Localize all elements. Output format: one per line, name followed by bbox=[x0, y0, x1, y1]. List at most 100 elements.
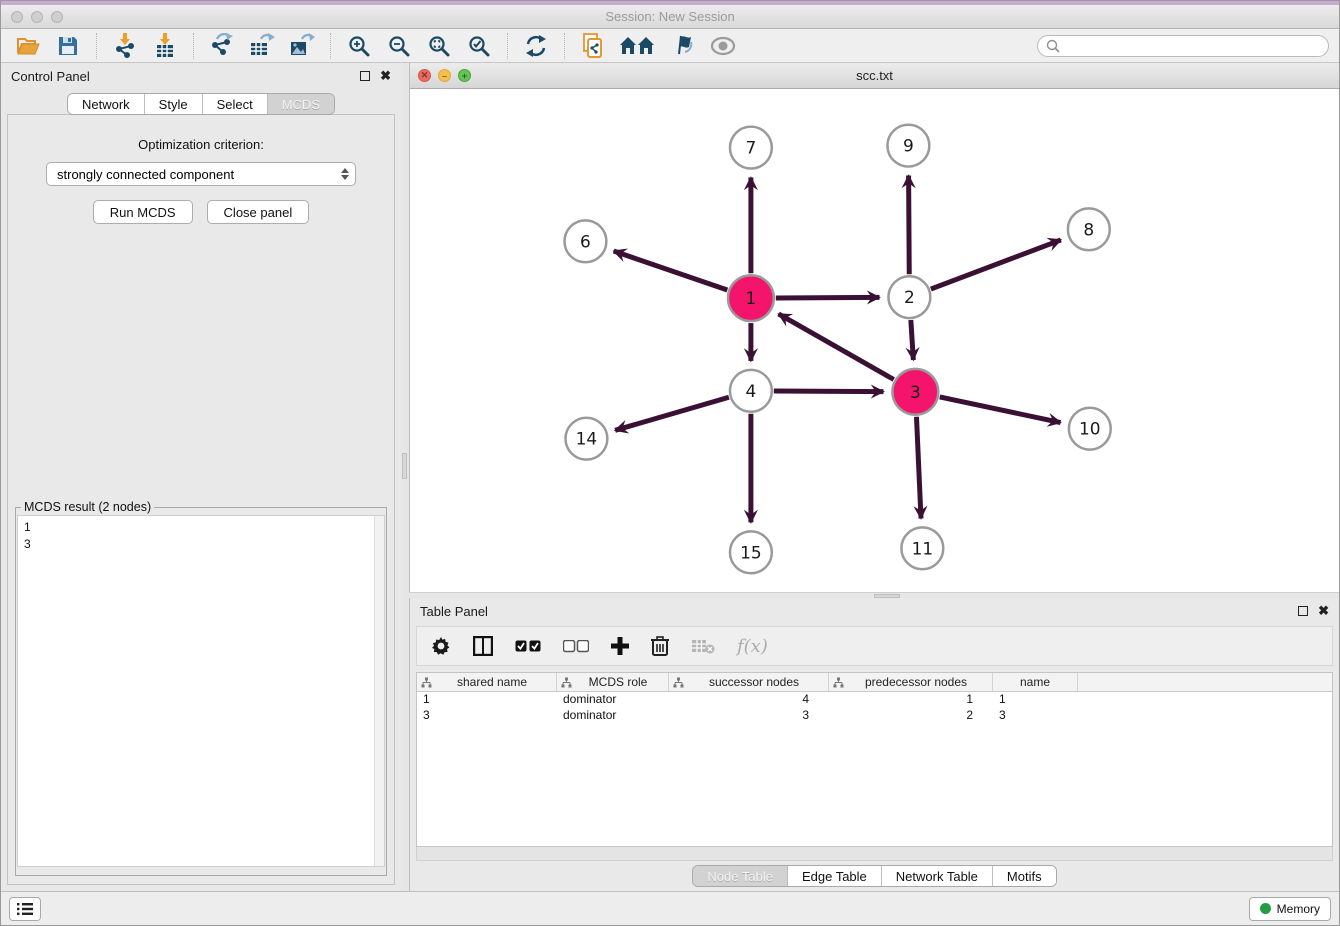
graph-edge-3-1[interactable] bbox=[779, 314, 894, 380]
graph-edge-1-2[interactable] bbox=[776, 297, 880, 298]
horizontal-splitter[interactable] bbox=[409, 592, 1339, 598]
graph-node-label-3: 3 bbox=[910, 382, 921, 402]
close-panel-icon[interactable]: ✖ bbox=[1318, 606, 1329, 616]
graph-edge-3-11[interactable] bbox=[916, 417, 921, 519]
column-header-name[interactable]: name bbox=[993, 673, 1078, 691]
result-line: 1 bbox=[24, 519, 378, 536]
graph-edge-1-6[interactable] bbox=[614, 251, 728, 290]
result-line: 3 bbox=[24, 536, 378, 553]
mcds-result-textarea[interactable]: 1 3 bbox=[17, 515, 385, 867]
task-history-button[interactable] bbox=[9, 897, 41, 921]
table-header-row: shared name MCDS role successor nodes bbox=[417, 673, 1332, 692]
zoom-in-icon[interactable] bbox=[342, 32, 376, 60]
column-header-mcds-role[interactable]: MCDS role bbox=[557, 673, 669, 691]
graph-edge-3-10[interactable] bbox=[940, 397, 1061, 423]
tab-node-table[interactable]: Node Table bbox=[693, 866, 788, 886]
graph-node-label-15: 15 bbox=[740, 542, 762, 562]
optimization-criterion-label: Optimization criterion: bbox=[138, 137, 264, 152]
cell-shared-name[interactable]: 1 bbox=[417, 692, 557, 708]
result-scrollbar[interactable] bbox=[374, 516, 384, 866]
close-panel-icon[interactable]: ✖ bbox=[380, 71, 391, 81]
toolbar-separator bbox=[193, 33, 194, 59]
control-panel: Control Panel ✖ Network Style Select MCD… bbox=[1, 63, 401, 891]
float-panel-icon[interactable] bbox=[360, 71, 370, 81]
main-toolbar bbox=[1, 29, 1339, 63]
refresh-layout-icon[interactable] bbox=[519, 32, 553, 60]
cell-shared-name[interactable]: 3 bbox=[417, 708, 557, 724]
tab-network[interactable]: Network bbox=[68, 94, 145, 114]
tab-style[interactable]: Style bbox=[145, 94, 203, 114]
zoom-fit-icon[interactable] bbox=[422, 32, 456, 60]
toolbar-separator bbox=[507, 33, 508, 59]
status-bar: Memory bbox=[1, 891, 1339, 925]
cell-name[interactable]: 3 bbox=[993, 708, 1078, 724]
cell-successor-nodes[interactable]: 3 bbox=[669, 708, 829, 724]
cell-predecessor-nodes[interactable]: 1 bbox=[829, 692, 993, 708]
export-table-icon[interactable] bbox=[245, 32, 279, 60]
apply-style-icon[interactable] bbox=[666, 32, 700, 60]
column-header-successor-nodes[interactable]: successor nodes bbox=[669, 673, 829, 691]
table-horizontal-scrollbar[interactable] bbox=[416, 847, 1333, 861]
splitter-grip[interactable] bbox=[402, 453, 407, 479]
graph-edge-4-14[interactable] bbox=[615, 397, 729, 430]
run-mcds-button[interactable]: Run MCDS bbox=[93, 200, 193, 224]
network-graph[interactable]: 7968124314101511 bbox=[410, 89, 1339, 592]
memory-button[interactable]: Memory bbox=[1249, 897, 1331, 921]
tab-motifs[interactable]: Motifs bbox=[993, 866, 1056, 886]
cell-successor-nodes[interactable]: 4 bbox=[669, 692, 829, 708]
cell-mcds-role[interactable]: dominator bbox=[557, 708, 669, 724]
float-panel-icon[interactable] bbox=[1298, 606, 1308, 616]
zoom-out-icon[interactable] bbox=[382, 32, 416, 60]
save-session-icon[interactable] bbox=[51, 32, 85, 60]
select-all-columns-icon[interactable] bbox=[515, 632, 541, 660]
import-network-icon[interactable] bbox=[108, 32, 142, 60]
column-header-shared-name[interactable]: shared name bbox=[417, 673, 557, 691]
unselect-all-columns-icon[interactable] bbox=[563, 632, 589, 660]
graph-edge-2-9[interactable] bbox=[909, 176, 910, 275]
tab-edge-table[interactable]: Edge Table bbox=[788, 866, 882, 886]
column-type-icon bbox=[833, 677, 844, 688]
table-row[interactable]: 1 dominator 4 1 1 bbox=[417, 692, 1332, 708]
add-column-icon[interactable] bbox=[611, 632, 629, 660]
search-box[interactable] bbox=[1037, 35, 1329, 57]
export-network-icon[interactable] bbox=[205, 32, 239, 60]
splitter-grip[interactable] bbox=[874, 594, 900, 598]
tab-select[interactable]: Select bbox=[203, 94, 268, 114]
import-table-icon[interactable] bbox=[148, 32, 182, 60]
node-table: shared name MCDS role successor nodes bbox=[416, 672, 1333, 847]
column-type-icon bbox=[673, 677, 684, 688]
zoom-selected-icon[interactable] bbox=[462, 32, 496, 60]
memory-status-icon bbox=[1260, 903, 1271, 914]
tab-mcds[interactable]: MCDS bbox=[268, 94, 334, 114]
graph-edge-2-3[interactable] bbox=[911, 320, 914, 360]
cell-mcds-role[interactable]: dominator bbox=[557, 692, 669, 708]
selected-criterion: strongly connected component bbox=[57, 167, 341, 182]
graph-node-label-14: 14 bbox=[576, 429, 598, 449]
table-panel-title: Table Panel bbox=[420, 604, 488, 619]
memory-label: Memory bbox=[1277, 902, 1320, 916]
optimization-criterion-select[interactable]: strongly connected component bbox=[46, 162, 356, 186]
mcds-result-title: MCDS result (2 nodes) bbox=[21, 500, 154, 514]
export-image-icon[interactable] bbox=[285, 32, 319, 60]
first-neighbors-icon[interactable] bbox=[616, 32, 660, 60]
delete-column-icon[interactable] bbox=[651, 632, 669, 660]
app-window: Session: New Session bbox=[0, 0, 1340, 926]
function-builder-icon: f(x) bbox=[737, 632, 768, 660]
table-row[interactable]: 3 dominator 3 2 3 bbox=[417, 708, 1332, 724]
graph-edge-2-8[interactable] bbox=[931, 240, 1061, 289]
column-type-icon bbox=[421, 677, 432, 688]
tab-network-table[interactable]: Network Table bbox=[882, 866, 993, 886]
table-settings-icon[interactable] bbox=[431, 632, 451, 660]
open-file-icon[interactable] bbox=[11, 32, 45, 60]
cell-name[interactable]: 1 bbox=[993, 692, 1078, 708]
column-type-icon bbox=[561, 677, 572, 688]
column-header-predecessor-nodes[interactable]: predecessor nodes bbox=[829, 673, 993, 691]
graph-edge-4-3[interactable] bbox=[774, 391, 884, 392]
search-input[interactable] bbox=[1065, 39, 1320, 53]
cell-predecessor-nodes[interactable]: 2 bbox=[829, 708, 993, 724]
panel-splitter[interactable] bbox=[401, 63, 409, 891]
column-width-icon[interactable] bbox=[473, 632, 493, 660]
close-panel-button[interactable]: Close panel bbox=[207, 200, 310, 224]
titlebar: Session: New Session bbox=[1, 5, 1339, 29]
clone-network-icon[interactable] bbox=[576, 32, 610, 60]
